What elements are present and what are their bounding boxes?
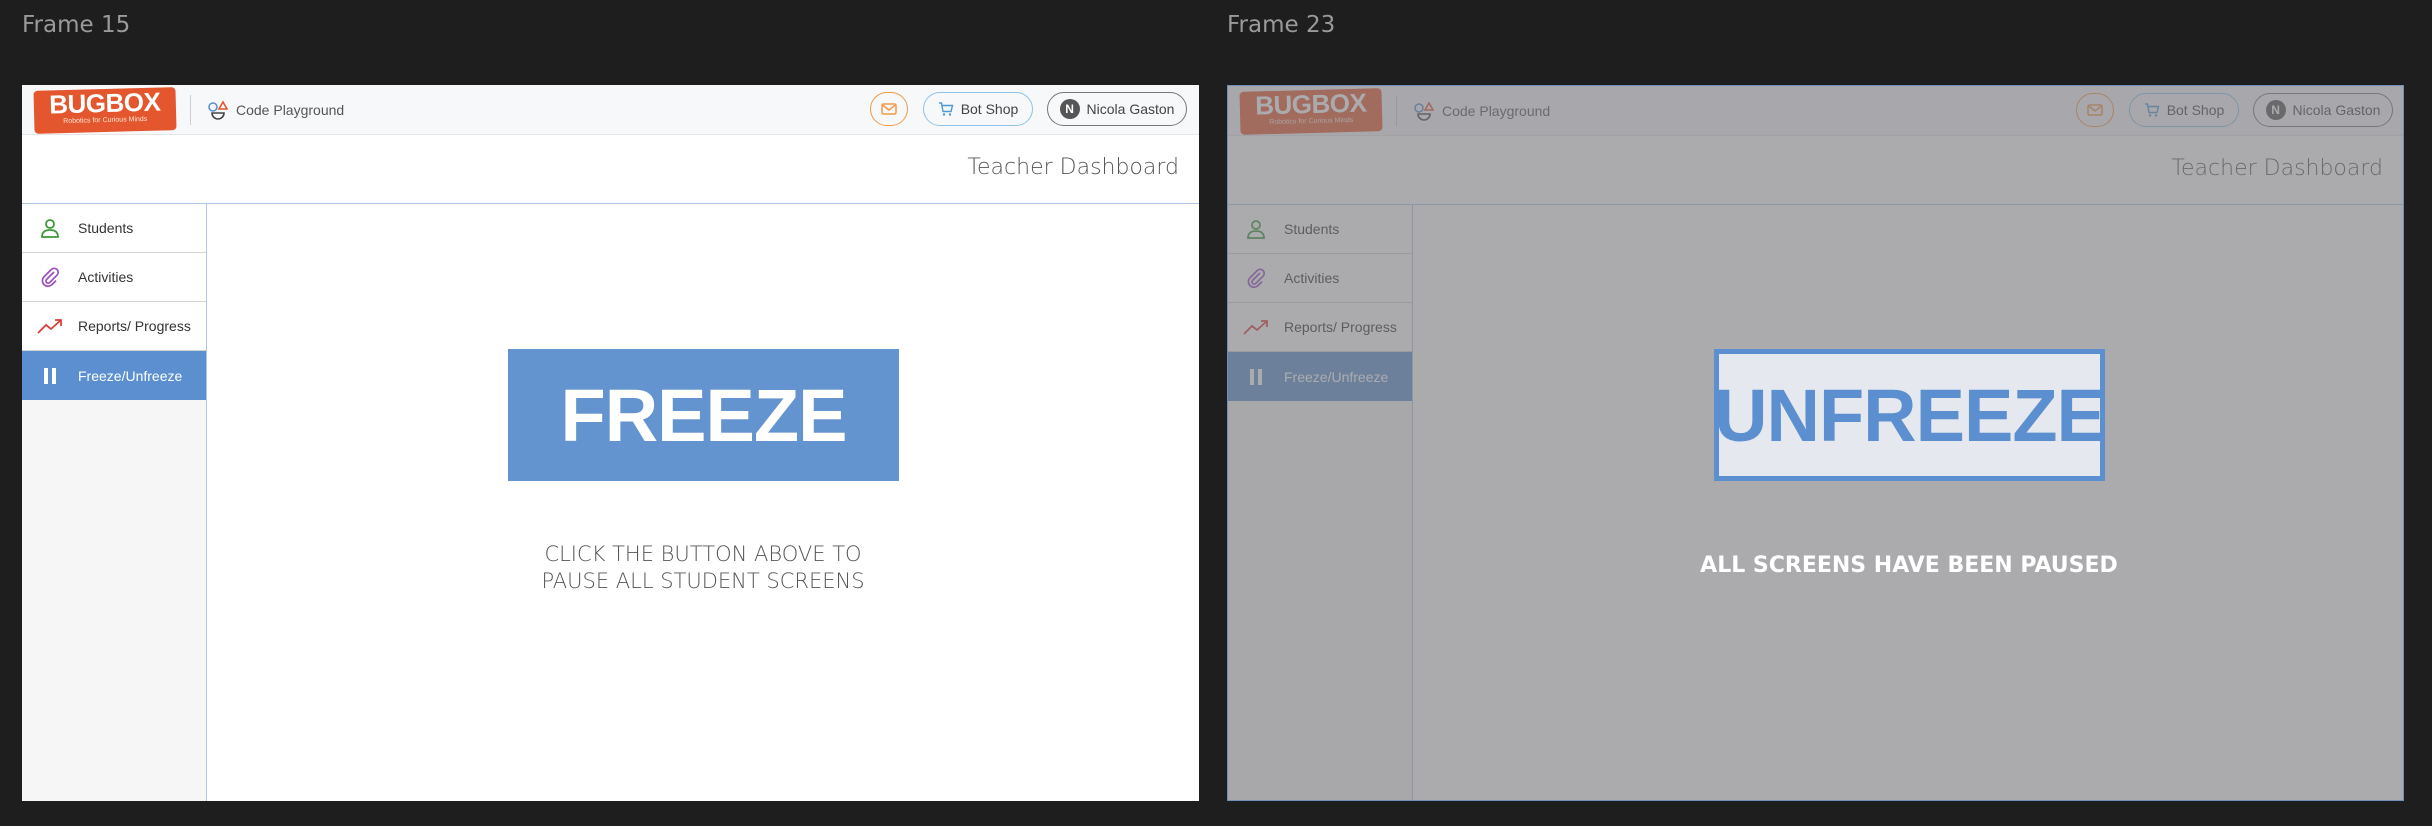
shapes-icon bbox=[208, 100, 229, 120]
top-bar: BUGBOX Robotics for Curious Minds Code P… bbox=[1228, 86, 2403, 136]
paused-status: ALL SCREENS HAVE BEEN PAUSED bbox=[1700, 553, 2118, 578]
sidebar: Students Activities Reports/ Progress Fr… bbox=[22, 203, 207, 801]
bot-shop-button[interactable]: Bot Shop bbox=[2129, 93, 2239, 127]
user-menu-button[interactable]: N Nicola Gaston bbox=[1047, 92, 1187, 126]
sidebar-item-activities[interactable]: Activities bbox=[1228, 254, 1412, 303]
avatar: N bbox=[1059, 99, 1080, 119]
unfreeze-button[interactable]: UNFREEZE bbox=[1714, 349, 2106, 481]
freeze-hint: CLICK THE BUTTON ABOVE TO PAUSE ALL STUD… bbox=[541, 542, 865, 593]
sidebar-item-reports[interactable]: Reports/ Progress bbox=[1228, 303, 1412, 352]
sidebar-item-students[interactable]: Students bbox=[1228, 205, 1412, 254]
bugbox-logo[interactable]: BUGBOX Robotics for Curious Minds bbox=[1239, 88, 1383, 135]
frame-label: Frame 23 bbox=[1227, 12, 1336, 38]
sidebar-item-activities[interactable]: Activities bbox=[22, 253, 206, 302]
paperclip-icon bbox=[41, 267, 60, 288]
page-title: Teacher Dashboard bbox=[2171, 156, 2383, 181]
top-bar: BUGBOX Robotics for Curious Minds Code P… bbox=[22, 85, 1199, 135]
bot-shop-button[interactable]: Bot Shop bbox=[923, 92, 1033, 126]
pause-icon bbox=[44, 367, 56, 384]
mail-button[interactable] bbox=[870, 92, 908, 126]
mail-icon bbox=[2087, 104, 2103, 116]
pause-icon bbox=[1250, 368, 1262, 385]
sidebar-item-freeze[interactable]: Freeze/Unfreeze bbox=[1228, 352, 1412, 401]
person-icon bbox=[41, 219, 59, 238]
mail-icon bbox=[881, 103, 897, 115]
sidebar-item-reports[interactable]: Reports/ Progress bbox=[22, 302, 206, 351]
code-playground-link[interactable]: Code Playground bbox=[1412, 99, 1550, 123]
frame-freeze: BUGBOX Robotics for Curious Minds Code P… bbox=[22, 85, 1199, 801]
sidebar: Students Activities Reports/ Progress Fr… bbox=[1228, 204, 1413, 800]
code-playground-link[interactable]: Code Playground bbox=[206, 98, 344, 122]
cart-icon bbox=[938, 102, 954, 116]
shapes-icon bbox=[1414, 101, 1435, 121]
frame-label: Frame 15 bbox=[22, 12, 131, 38]
sidebar-item-freeze[interactable]: Freeze/Unfreeze bbox=[22, 351, 206, 400]
main-content bbox=[1413, 204, 2403, 800]
user-menu-button[interactable]: N Nicola Gaston bbox=[2253, 93, 2393, 127]
paperclip-icon bbox=[1247, 268, 1266, 289]
cart-icon bbox=[2144, 103, 2160, 117]
avatar: N bbox=[2265, 100, 2286, 120]
sidebar-item-students[interactable]: Students bbox=[22, 204, 206, 253]
bugbox-logo[interactable]: BUGBOX Robotics for Curious Minds bbox=[33, 87, 177, 134]
mail-button[interactable] bbox=[2076, 93, 2114, 127]
trend-up-icon bbox=[1243, 320, 1268, 335]
frame-unfreeze: BUGBOX Robotics for Curious Minds Code P… bbox=[1227, 85, 2404, 801]
divider bbox=[1396, 96, 1397, 126]
trend-up-icon bbox=[37, 319, 62, 334]
divider bbox=[190, 95, 191, 125]
freeze-button[interactable]: FREEZE bbox=[508, 349, 899, 481]
page-title: Teacher Dashboard bbox=[967, 155, 1179, 180]
person-icon bbox=[1247, 220, 1265, 239]
main-content: FREEZE CLICK THE BUTTON ABOVE TO PAUSE A… bbox=[207, 203, 1199, 801]
